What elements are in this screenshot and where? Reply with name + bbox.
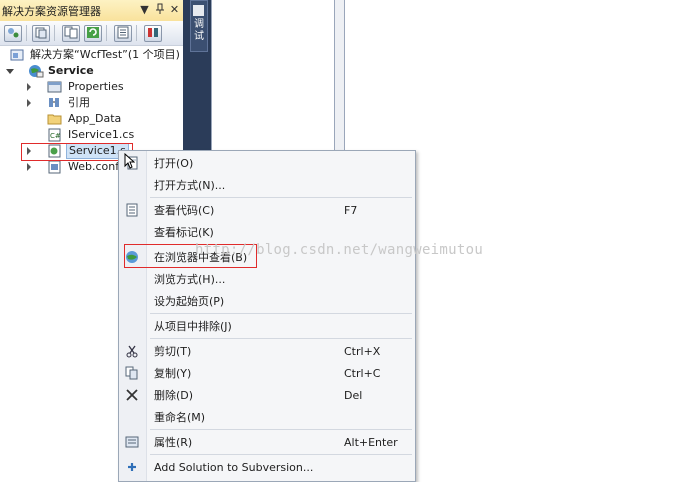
menu-label: 复制(Y)	[154, 367, 192, 380]
debug-icon	[193, 5, 204, 16]
menu-item-open[interactable]: 打开(O)	[119, 153, 415, 173]
tree-label: Properties	[68, 80, 124, 93]
tree-label: IService1.cs	[68, 128, 135, 141]
collapsed-arrow-icon[interactable]	[27, 99, 31, 107]
menu-item-view-code[interactable]: 查看代码(C) F7	[119, 200, 415, 220]
menu-item-view-markup[interactable]: 查看标记(K)	[119, 222, 415, 242]
tree-label: Web.conf	[68, 160, 120, 173]
menu-label: Add Solution to Subversion...	[154, 461, 314, 474]
menu-label: 查看代码(C)	[154, 204, 215, 217]
menu-shortcut: Ctrl+C	[344, 367, 381, 380]
expanded-arrow-icon[interactable]	[6, 69, 14, 74]
menu-separator	[150, 454, 412, 455]
menu-separator	[150, 429, 412, 430]
menu-separator	[150, 313, 412, 314]
tree-label: Service	[48, 64, 94, 77]
menu-shortcut: Del	[344, 389, 363, 402]
context-menu: 打开(O) 打开方式(N)... 查看代码(C) F7 查看标记(K) 在浏览器…	[118, 150, 416, 482]
tree-item-properties[interactable]: Properties	[0, 79, 183, 95]
explorer-toolbar	[0, 21, 183, 46]
collapsed-arrow-icon[interactable]	[27, 163, 31, 171]
tree-item-solution[interactable]: 解决方案“WcfTest”(1 个项目)	[0, 47, 183, 63]
properties-toolbar-icon[interactable]	[4, 25, 22, 42]
menu-item-cut[interactable]: 剪切(T) Ctrl+X	[119, 341, 415, 361]
toolbar-separator	[106, 25, 107, 41]
menu-separator	[150, 197, 412, 198]
subversion-icon	[125, 460, 139, 474]
tree-item-service-project[interactable]: Service	[0, 63, 183, 79]
tree-item-app-data[interactable]: App_Data	[0, 111, 183, 127]
window-position-icon[interactable]: ▼	[138, 3, 151, 17]
properties-icon	[125, 435, 139, 449]
tree-label: 引用	[68, 96, 90, 109]
menu-item-copy[interactable]: 复制(Y) Ctrl+C	[119, 363, 415, 383]
toolbar-separator	[136, 25, 137, 41]
menu-item-exclude-from-project[interactable]: 从项目中排除(J)	[119, 316, 415, 336]
copy-icon	[125, 366, 139, 380]
properties-icon	[47, 80, 62, 93]
mouse-cursor-icon	[124, 153, 135, 169]
watermark-text: http://blog.csdn.net/wangweimutou	[195, 242, 484, 258]
menu-label: 属性(R)	[154, 436, 193, 449]
menu-label: 浏览方式(H)...	[154, 273, 226, 286]
menu-item-add-to-subversion[interactable]: Add Solution to Subversion...	[119, 457, 415, 477]
menu-shortcut: F7	[344, 204, 358, 217]
menu-label: 设为起始页(P)	[154, 295, 225, 308]
config-file-icon	[47, 160, 62, 174]
view-code-toolbar-icon[interactable]	[114, 25, 132, 42]
debug-tab-label: 调试	[194, 19, 204, 42]
menu-item-rename[interactable]: 重命名(M)	[119, 407, 415, 427]
references-icon	[47, 96, 62, 109]
scissors-icon	[125, 344, 139, 358]
explorer-title-bar: 解决方案资源管理器 ▼ ✕	[0, 0, 183, 22]
explorer-title: 解决方案资源管理器	[2, 5, 101, 18]
svg-text:C#: C#	[50, 132, 61, 140]
nested-files-icon[interactable]	[62, 25, 80, 42]
view-code-icon	[125, 203, 139, 217]
toolbar-separator	[26, 25, 27, 41]
web-project-icon	[28, 64, 44, 78]
menu-label: 打开(O)	[154, 157, 194, 170]
menu-item-browse-with[interactable]: 浏览方式(H)...	[119, 269, 415, 289]
delete-icon	[125, 388, 139, 402]
class-diagram-icon[interactable]	[144, 25, 162, 42]
tree-item-highlight-box	[21, 143, 133, 161]
close-icon[interactable]: ✕	[168, 3, 181, 17]
menu-label: 剪切(T)	[154, 345, 192, 358]
collapsed-arrow-icon[interactable]	[27, 83, 31, 91]
menu-label: 打开方式(N)...	[154, 179, 226, 192]
debug-side-tab[interactable]: 调试	[190, 0, 208, 52]
csharp-file-icon: C#	[47, 128, 62, 142]
tree-label: 解决方案“WcfTest”(1 个项目)	[30, 48, 180, 61]
menu-shortcut: Alt+Enter	[344, 436, 398, 449]
menu-label: 查看标记(K)	[154, 226, 214, 239]
refresh-icon[interactable]	[84, 25, 102, 42]
solution-icon	[10, 48, 25, 61]
tree-item-iservice1[interactable]: C# IService1.cs	[0, 127, 183, 143]
auto-hide-pin-icon[interactable]	[153, 3, 166, 17]
tree-label: App_Data	[68, 112, 122, 125]
menu-label: 从项目中排除(J)	[154, 320, 232, 333]
menu-separator	[150, 338, 412, 339]
show-all-files-icon[interactable]	[32, 25, 50, 42]
folder-icon	[47, 112, 62, 125]
menu-item-open-with[interactable]: 打开方式(N)...	[119, 175, 415, 195]
menu-item-properties[interactable]: 属性(R) Alt+Enter	[119, 432, 415, 452]
tree-item-references[interactable]: 引用	[0, 95, 183, 111]
menu-item-delete[interactable]: 删除(D) Del	[119, 385, 415, 405]
menu-shortcut: Ctrl+X	[344, 345, 381, 358]
menu-label: 重命名(M)	[154, 411, 206, 424]
menu-label: 删除(D)	[154, 389, 194, 402]
menu-item-set-start-page[interactable]: 设为起始页(P)	[119, 291, 415, 311]
toolbar-separator	[54, 25, 55, 41]
